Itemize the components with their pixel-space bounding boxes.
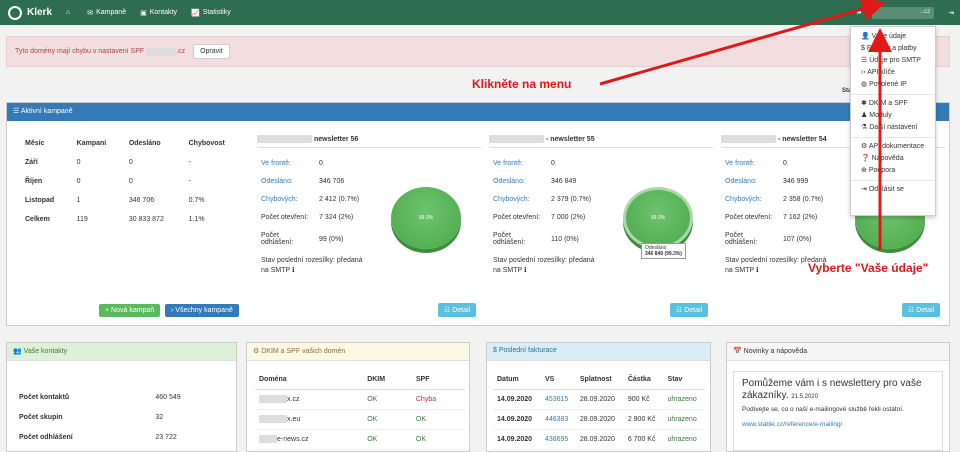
user-icon: 👤 (861, 33, 870, 40)
puzzle-icon: ♟ (861, 112, 868, 119)
menu-smtp[interactable]: ☰ Údaje pro SMTP (851, 55, 935, 67)
campaign-pie-55[interactable]: 99.3% (623, 187, 693, 249)
nav-campaigns[interactable]: ✉ Kampaně (87, 9, 126, 17)
new-campaign-button[interactable]: + Nová kampaň (99, 304, 161, 317)
campaign-card-56: newsletter 56 Ve frontě: 0 Odesláno: 346 7… (257, 131, 481, 321)
campaign-card-55: - newsletter 55 Ve frontě: 0 Odesláno: 346… (489, 131, 713, 321)
lifebuoy-icon: ⊕ (861, 167, 867, 174)
active-campaigns-panel: ☰ Aktivní kampaně Měsíc Kampaní Odesláno Ch… (6, 102, 950, 326)
nav-statistics[interactable]: 📈 Statistiky (191, 9, 231, 17)
list-icon: ☰ (861, 57, 868, 64)
brand[interactable]: Klerk (8, 5, 52, 20)
menu-faktury[interactable]: $ Faktury a platby (851, 43, 935, 55)
news-panel: 📅 Novinky a nápověda Pomůžeme vám i s ne… (726, 342, 950, 452)
menu-modules[interactable]: ♟ Moduly (851, 110, 935, 122)
menu-api-docs[interactable]: ⚙ API dokumentace (851, 141, 935, 153)
active-campaigns-header: ☰ Aktivní kampaně (7, 103, 949, 121)
globe-icon: ◍ (861, 81, 868, 88)
menu-vase-udaje[interactable]: 👤 Vaše údaje (851, 31, 935, 43)
gear-icon: ⚙ (861, 143, 868, 150)
menu-allowed-ip[interactable]: ◍ Povolené IP (851, 79, 935, 91)
flask-icon: ⚗ (861, 124, 868, 131)
menu-dkim[interactable]: ✱ DKIM a SPF (851, 98, 935, 110)
news-item: Pomůžeme vám i s newslettery pro vaše zá… (733, 371, 943, 451)
campaign-pie-56[interactable]: 99.3% (391, 187, 461, 249)
invoices-panel: $ Poslední fakturace Datum VS Splatnost Čás… (486, 342, 711, 452)
monthly-table: Měsíc Kampaní Odesláno Chybovost Září 0 0- Ří… (25, 139, 225, 224)
detail-button-55[interactable]: ☷ Detail (670, 303, 709, 317)
cert-icon: ✱ (861, 100, 867, 107)
annotation-select-details: Vyberte "Vaše údaje" (808, 261, 929, 275)
nav-home[interactable]: ⌂ (66, 9, 73, 16)
menu-more-settings[interactable]: ⚗ Další nastavení (851, 122, 935, 134)
menu-help[interactable]: ❓ Nápověda (851, 153, 935, 165)
menu-api-keys[interactable]: ‹› API klíče (851, 67, 935, 79)
code-icon: ‹› (861, 69, 866, 76)
spf-alert: Tyto domény mají chybu v nastavení SPF .… (6, 36, 950, 67)
question-icon: ❓ (861, 155, 870, 162)
dollar-icon: $ (861, 45, 865, 52)
contacts-icon: ▣ (140, 9, 147, 17)
klerk-logo-icon (8, 5, 22, 20)
user-menu[interactable]: ...cz (872, 6, 935, 19)
all-campaigns-button[interactable]: › Všechny kampaně (165, 304, 239, 317)
envelope-icon: ✉ (87, 9, 94, 17)
logout-icon: ⇥ (861, 186, 867, 193)
contacts-panel: 👥 Vaše kontakty Počet kontaktů 460 549 Po… (6, 342, 237, 452)
user-dropdown-menu: 👤 Vaše údaje $ Faktury a platby ☰ Údaje … (850, 26, 936, 216)
redacted-domain (146, 47, 177, 56)
menu-support[interactable]: ⊕ Podpora (851, 165, 935, 177)
pie-tooltip: Odesláno 346 849 (99.3%) (641, 243, 686, 259)
news-link[interactable]: www.stable.cz/reference/e-mailing/ (742, 421, 934, 428)
fix-button[interactable]: Opravit (193, 44, 230, 59)
dkim-panel: ⚙ DKIM a SPF vašich domén Doména DKIM SPF … (246, 342, 470, 452)
top-navbar: Klerk ⌂ ✉ Kampaně ▣ Kontakty 📈 Statistiky ⚑… (0, 0, 960, 25)
detail-button-54[interactable]: ☷ Detail (902, 303, 941, 317)
chart-icon: 📈 (190, 9, 200, 17)
flag-icon[interactable]: ⚑ (856, 9, 862, 17)
logout-icon[interactable]: ⇥ (948, 9, 954, 17)
menu-logout[interactable]: ⇥ Odhlásit se (851, 184, 935, 196)
detail-button-56[interactable]: ☷ Detail (438, 303, 477, 317)
nav-contacts[interactable]: ▣ Kontakty (140, 9, 177, 17)
annotation-click-menu: Klikněte na menu (472, 77, 572, 91)
home-icon: ⌂ (66, 9, 71, 16)
